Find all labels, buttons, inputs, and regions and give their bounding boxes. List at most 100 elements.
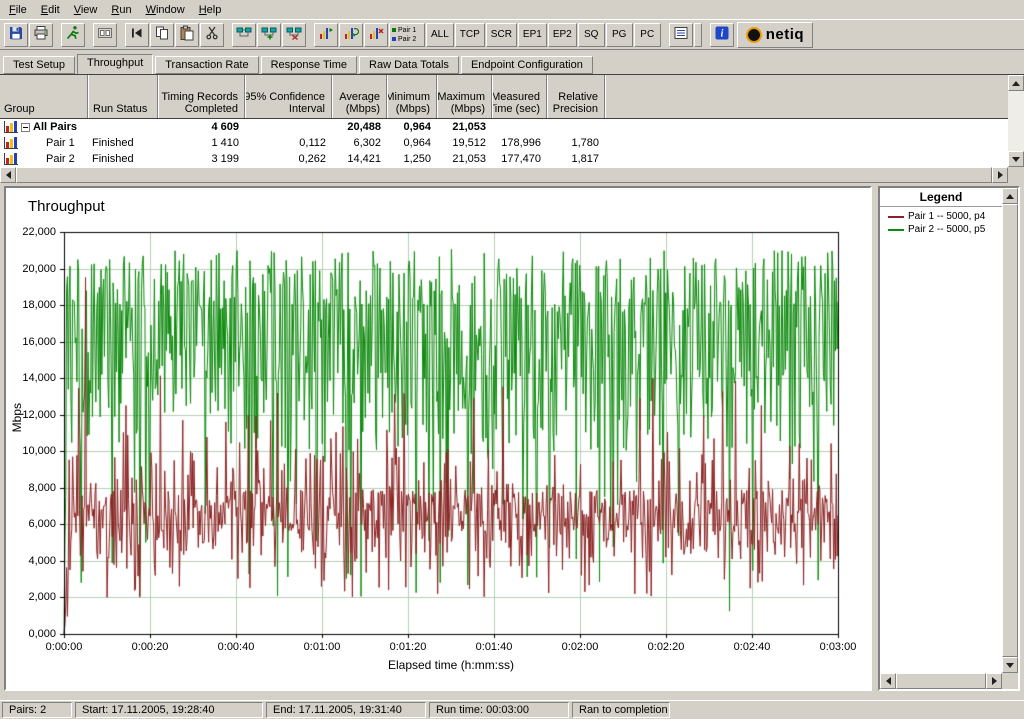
cut-button[interactable]: [200, 23, 224, 47]
slide-view-button[interactable]: [93, 23, 117, 47]
x-axis-label: Elapsed time (h:mm:ss): [64, 658, 838, 672]
scroll-left-button[interactable]: [880, 673, 896, 689]
column-header-group: Group: [0, 75, 88, 118]
run-test-icon: [65, 25, 81, 44]
scroll-down-button[interactable]: [1008, 151, 1024, 167]
scroll-track[interactable]: [1002, 204, 1018, 657]
menu-run[interactable]: Run: [104, 2, 138, 18]
scroll-track[interactable]: [1008, 91, 1024, 151]
scrollbar-corner: [1008, 167, 1024, 183]
slide-view-icon: [97, 25, 113, 44]
copy-button[interactable]: [150, 23, 174, 47]
filter-pc-button[interactable]: PC: [634, 23, 661, 47]
filter-ep1-button[interactable]: EP1: [518, 23, 547, 47]
scrollbar-corner: [1002, 673, 1018, 689]
tab-transaction-rate[interactable]: Transaction Rate: [155, 56, 258, 74]
status-start-time: Start: 17.11.2005, 19:28:40: [75, 702, 263, 718]
table-horizontal-scrollbar[interactable]: [0, 167, 1008, 183]
xtick: 0:02:20: [634, 641, 698, 653]
cell-precision: 1,780: [547, 135, 605, 151]
arrow-down-icon: [1006, 663, 1014, 668]
filter-tcp-button[interactable]: TCP: [455, 23, 485, 47]
legend-vertical-scrollbar[interactable]: [1002, 188, 1018, 673]
menu-edit[interactable]: Edit: [34, 2, 67, 18]
run-test-button[interactable]: [61, 23, 85, 47]
toolbar-separator: [694, 23, 702, 47]
go-first-button[interactable]: [125, 23, 149, 47]
filter-scr-button[interactable]: SCR: [486, 23, 517, 47]
scroll-left-button[interactable]: [0, 167, 16, 183]
menu-view[interactable]: View: [67, 2, 105, 18]
endpoint-pair-icon-1: [236, 25, 252, 44]
cell-measured-time: [492, 119, 547, 135]
tab-test-setup[interactable]: Test Setup: [3, 56, 75, 74]
chart-remove-button[interactable]: [364, 23, 388, 47]
filter-sq-button[interactable]: SQ: [578, 23, 605, 47]
filter-ep2-button[interactable]: EP2: [548, 23, 577, 47]
group-label: All Pairs: [33, 119, 77, 135]
filter-all-button[interactable]: ALL: [426, 23, 454, 47]
ytick: 8,000: [8, 482, 56, 494]
info-button[interactable]: i: [710, 23, 734, 47]
save-button[interactable]: [4, 23, 28, 47]
menu-help[interactable]: Help: [192, 2, 229, 18]
scroll-track[interactable]: [896, 673, 986, 689]
pair-chart-icon: [4, 153, 18, 165]
tab-raw-data-totals[interactable]: Raw Data Totals: [359, 56, 459, 74]
xtick: 0:03:00: [806, 641, 870, 653]
paste-button[interactable]: [175, 23, 199, 47]
pair-swap-button[interactable]: Pair 1 Pair 2: [389, 23, 425, 47]
table-body: All Pairs 4 609 20,488 0,964 21,053 Pair…: [0, 119, 1008, 167]
cell-minimum: 0,964: [387, 135, 437, 151]
legend-swatch-pair1: [888, 216, 904, 218]
scroll-thumb[interactable]: [1002, 204, 1018, 657]
ytick: 20,000: [8, 263, 56, 275]
chart-panel: Throughput Mbps Elapsed time (h:mm:ss) 0…: [4, 186, 872, 691]
xtick: 0:02:40: [720, 641, 784, 653]
chart-title: Throughput: [28, 198, 105, 215]
scroll-right-button[interactable]: [992, 167, 1008, 183]
cell-group: Pair 2: [0, 151, 88, 167]
filter-pg-button[interactable]: PG: [606, 23, 633, 47]
table-vertical-scrollbar[interactable]: [1008, 75, 1024, 167]
list-view-button[interactable]: [669, 23, 693, 47]
legend-item-pair1[interactable]: Pair 1 -- 5000, p4: [880, 210, 1002, 223]
ytick: 4,000: [8, 555, 56, 567]
tab-response-time[interactable]: Response Time: [261, 56, 357, 74]
menu-window[interactable]: Window: [139, 2, 192, 18]
legend-inner: Legend Pair 1 -- 5000, p4 Pair 2 -- 5000…: [880, 188, 1018, 689]
scroll-thumb[interactable]: [896, 673, 986, 689]
tab-throughput[interactable]: Throughput: [77, 54, 153, 74]
scroll-track[interactable]: [16, 167, 992, 183]
cell-measured-time: 178,996: [492, 135, 547, 151]
table-row-pair-2[interactable]: Pair 2 Finished 3 199 0,262 14,421 1,250…: [0, 151, 1008, 167]
legend-item-pair2[interactable]: Pair 2 -- 5000, p5: [880, 223, 1002, 236]
xtick: 0:02:00: [548, 641, 612, 653]
xtick: 0:00:20: [118, 641, 182, 653]
status-pairs: Pairs: 2: [2, 702, 72, 718]
legend-horizontal-scrollbar[interactable]: [880, 673, 1002, 689]
endpoint-pair-button-3[interactable]: [282, 23, 306, 47]
table-row-all-pairs[interactable]: All Pairs 4 609 20,488 0,964 21,053: [0, 119, 1008, 135]
ytick: 22,000: [8, 226, 56, 238]
tree-collapse-icon[interactable]: [21, 123, 30, 132]
endpoint-pair-button-1[interactable]: [232, 23, 256, 47]
chart-area: Throughput Mbps Elapsed time (h:mm:ss) 0…: [6, 188, 870, 689]
print-button[interactable]: [29, 23, 53, 47]
cell-maximum: 19,512: [437, 135, 492, 151]
cell-timing-records: 4 609: [158, 119, 245, 135]
table-row-pair-1[interactable]: Pair 1 Finished 1 410 0,112 6,302 0,964 …: [0, 135, 1008, 151]
arrow-left-icon: [6, 171, 11, 179]
chart-refresh-button[interactable]: [339, 23, 363, 47]
cell-confidence: 0,262: [245, 151, 332, 167]
scroll-up-button[interactable]: [1002, 188, 1018, 204]
scroll-up-button[interactable]: [1008, 75, 1024, 91]
endpoint-pair-button-2[interactable]: [257, 23, 281, 47]
tab-endpoint-configuration[interactable]: Endpoint Configuration: [461, 56, 593, 74]
paste-icon: [179, 25, 195, 44]
chart-pairs-button[interactable]: [314, 23, 338, 47]
scroll-thumb[interactable]: [16, 167, 992, 183]
scroll-down-button[interactable]: [1002, 657, 1018, 673]
scroll-right-button[interactable]: [986, 673, 1002, 689]
menu-file[interactable]: File: [2, 2, 34, 18]
